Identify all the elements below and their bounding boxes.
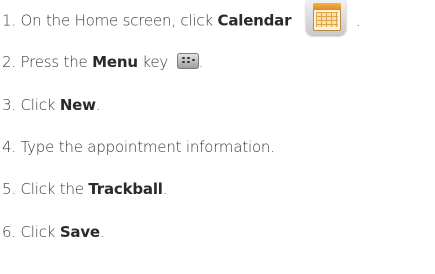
step-punctuation: . <box>162 180 168 198</box>
step-text: Click the <box>20 180 89 198</box>
step-number: 5. <box>2 180 16 198</box>
step-bold-term: Menu <box>92 53 138 71</box>
step-text: Type the appointment information. <box>20 138 276 156</box>
step-punctuation: . <box>355 11 361 30</box>
step-number: 1. <box>2 11 16 30</box>
step-number: 2. <box>2 53 16 71</box>
step-text: key <box>137 53 173 71</box>
step-number: 4. <box>2 138 16 156</box>
step-punctuation: . <box>95 96 101 114</box>
step-number: 3. <box>2 96 16 114</box>
step-text: Click <box>20 223 60 241</box>
step-bold-term: New <box>59 96 96 114</box>
step-text: On the Home screen, click <box>20 11 218 30</box>
step-3: 3. Click New. <box>2 94 101 116</box>
step-text: Click <box>20 96 60 114</box>
step-number: 6. <box>2 223 16 241</box>
menu-key-icon <box>176 52 199 69</box>
step-text: Press the <box>20 53 93 71</box>
step-punctuation: . <box>198 53 204 71</box>
step-6: 6. Click Save. <box>2 221 105 243</box>
calendar-icon <box>305 0 346 35</box>
step-4: 4. Type the appointment information. <box>2 136 275 158</box>
step-1: 1. On the Home screen, click Calendar . <box>2 0 361 35</box>
step-bold-term: Trackball <box>88 180 163 198</box>
step-5: 5. Click the Trackball. <box>2 178 167 200</box>
step-2: 2. Press the Menu key . <box>2 51 203 73</box>
step-bold-term: Calendar <box>217 11 292 30</box>
step-punctuation: . <box>99 223 105 241</box>
step-bold-term: Save <box>59 223 100 241</box>
